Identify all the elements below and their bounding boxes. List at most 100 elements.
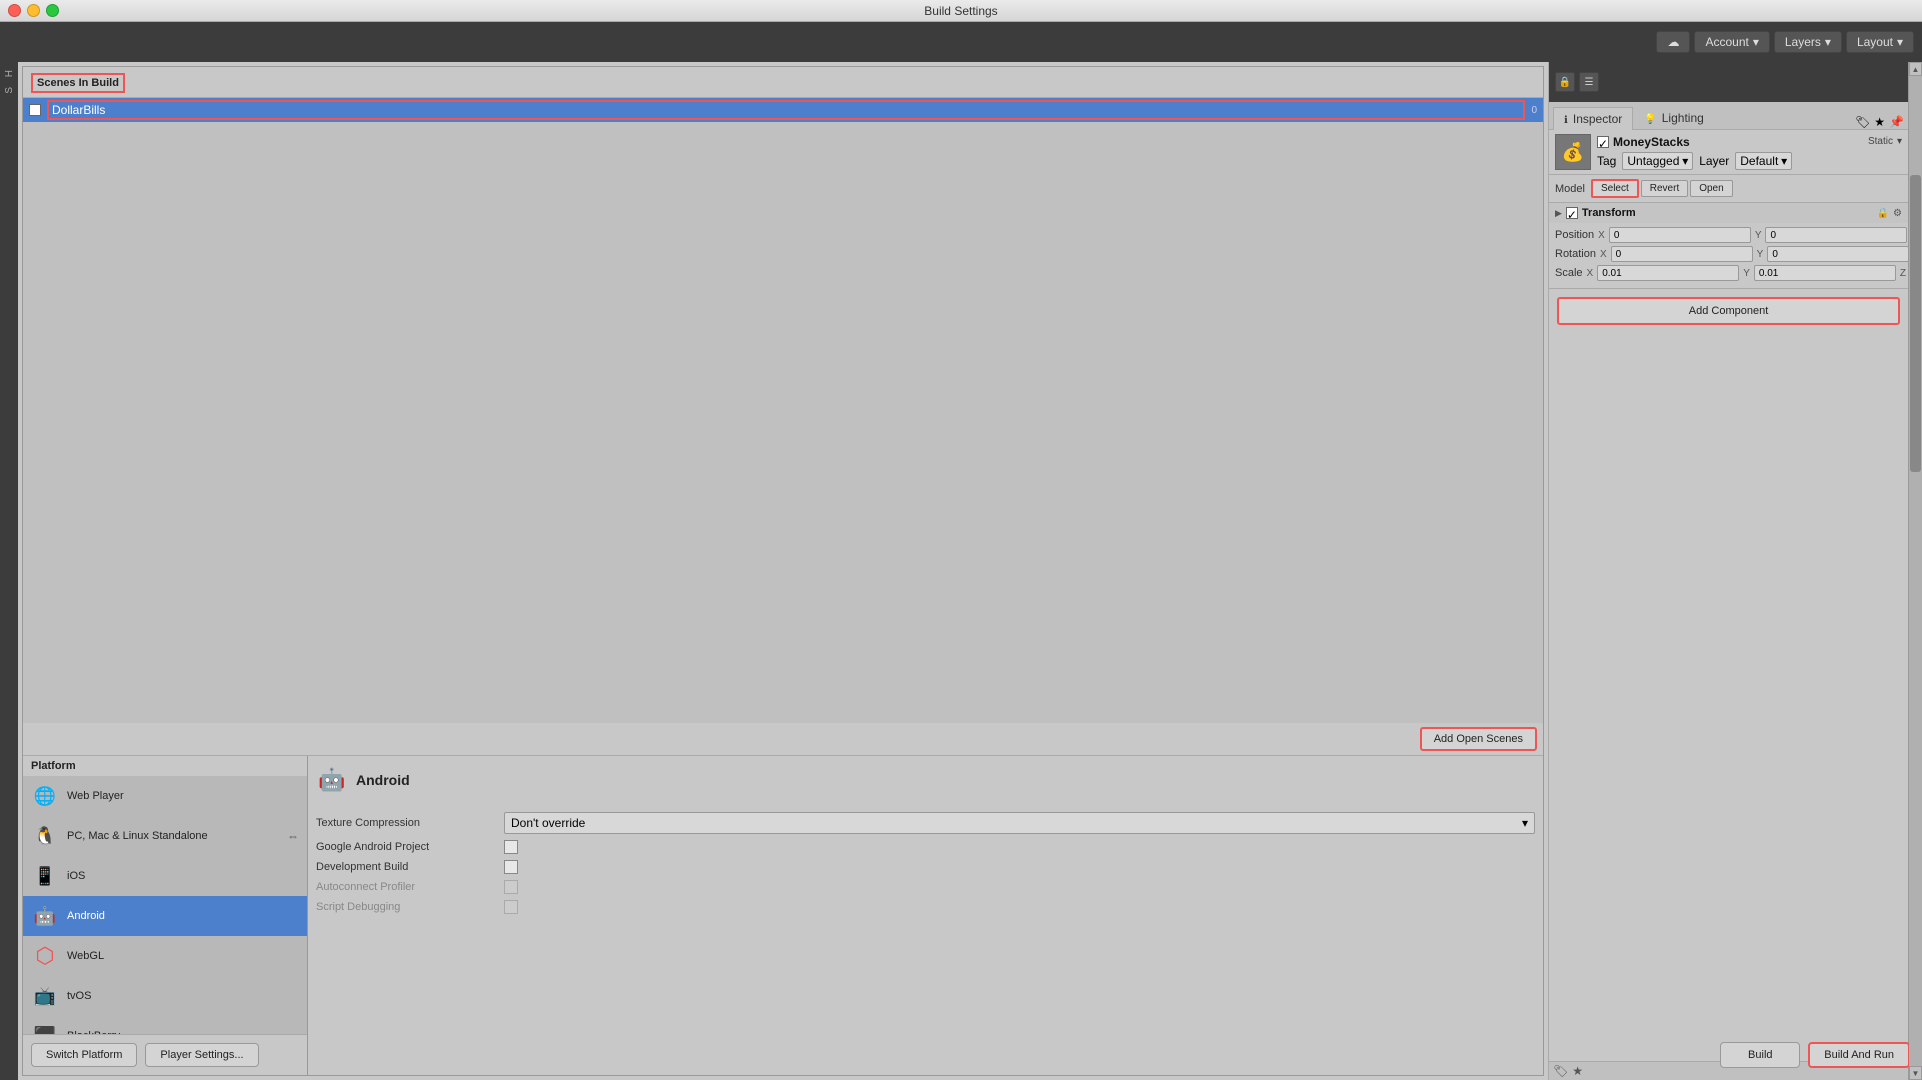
object-active-checkbox[interactable]: ✓ (1597, 136, 1609, 148)
position-y-axis: Y (1755, 230, 1762, 241)
position-label: Position (1555, 229, 1594, 241)
lighting-tab-label: Lighting (1662, 111, 1704, 125)
platform-item-pc-mac[interactable]: 🐧 PC, Mac & Linux Standalone ⇔ (23, 816, 307, 856)
add-open-scenes-button[interactable]: Add Open Scenes (1420, 727, 1537, 751)
texture-compression-value: Don't override (511, 816, 585, 830)
revert-button[interactable]: Revert (1641, 180, 1688, 197)
google-android-checkbox[interactable] (504, 840, 518, 854)
close-button[interactable] (8, 4, 21, 17)
layer-value: Default (1740, 154, 1778, 168)
web-player-label: Web Player (67, 790, 124, 802)
layout-dropdown[interactable]: Layout ▾ (1846, 31, 1914, 53)
scroll-thumb[interactable] (1910, 175, 1921, 472)
scroll-track[interactable] (1909, 76, 1922, 1066)
rotation-y-input[interactable] (1767, 246, 1908, 262)
transform-header[interactable]: ▶ ✓ Transform 🔒 ⚙ (1549, 203, 1908, 223)
static-label: Static (1868, 136, 1893, 147)
build-buttons-area: Switch Platform Player Settings... (23, 1034, 307, 1075)
scale-y-axis: Y (1743, 268, 1750, 279)
minimize-button[interactable] (27, 4, 40, 17)
inspector-lock-pin-icon[interactable]: 📌 (1889, 115, 1904, 129)
texture-compression-label: Texture Compression (316, 817, 496, 829)
tab-lighting[interactable]: 💡 Lighting (1633, 106, 1715, 129)
platform-item-android[interactable]: 🤖 Android (23, 896, 307, 936)
texture-compression-dropdown[interactable]: Don't override ▾ (504, 812, 1535, 834)
build-left-buttons: Switch Platform Player Settings... (31, 1043, 259, 1067)
tag-value: Untagged (1627, 154, 1679, 168)
position-y-input[interactable] (1765, 227, 1907, 243)
position-x-input[interactable] (1609, 227, 1751, 243)
transform-settings-icon[interactable]: ⚙ (1893, 208, 1902, 219)
rotation-x-input[interactable] (1611, 246, 1753, 262)
layer-arrow-icon: ▾ (1781, 154, 1787, 168)
android-label: Android (67, 910, 105, 922)
scene-tab[interactable]: S (2, 83, 17, 98)
inspector-icon: ℹ (1564, 115, 1568, 126)
switch-platform-button[interactable]: Switch Platform (31, 1043, 137, 1067)
ios-icon: 📱 (31, 862, 59, 890)
platform-item-tvos[interactable]: 📺 tvOS (23, 976, 307, 1016)
scene-checkbox[interactable]: ✓ (29, 104, 41, 116)
layers-label: Layers (1785, 35, 1821, 49)
cloud-button[interactable]: ☁ (1656, 31, 1690, 53)
traffic-lights[interactable] (8, 4, 59, 17)
tag-bottom-icon[interactable]: 🏷 (1553, 1064, 1568, 1078)
layer-dropdown[interactable]: Default ▾ (1735, 152, 1792, 170)
model-label: Model (1555, 183, 1585, 195)
scroll-up-arrow[interactable]: ▲ (1909, 62, 1922, 76)
add-component-button[interactable]: Add Component (1557, 297, 1900, 325)
inspector-content: 💰 ✓ MoneyStacks Static ▾ Tag Untagged ▾ (1549, 130, 1908, 1061)
platform-list-scroll[interactable]: 🌐 Web Player 🐧 PC, Mac & Linux Standalon… (23, 776, 307, 1034)
inspector-tag-icon[interactable]: 🏷 (1855, 115, 1870, 129)
transform-fields: Position X Y Z Rotation X Y (1549, 223, 1908, 288)
right-scrollbar[interactable]: ▲ ▼ (1908, 62, 1922, 1080)
scale-y-input[interactable] (1754, 265, 1896, 281)
platform-section: Platform 🌐 Web Player 🐧 PC, Mac & Linux … (23, 755, 1543, 1075)
platform-item-ios[interactable]: 📱 iOS (23, 856, 307, 896)
lighting-icon: 💡 (1644, 114, 1656, 125)
scene-name: DollarBills (47, 100, 1525, 120)
scroll-down-arrow[interactable]: ▼ (1909, 1066, 1922, 1080)
platform-item-blackberry[interactable]: ⬛ BlackBerry (23, 1016, 307, 1034)
position-row: Position X Y Z (1555, 227, 1902, 243)
layout-arrow-icon: ▾ (1897, 35, 1903, 49)
transform-lock-icon: 🔒 (1877, 208, 1889, 219)
platform-item-web-player[interactable]: 🌐 Web Player (23, 776, 307, 816)
development-build-checkbox[interactable] (504, 860, 518, 874)
object-info: ✓ MoneyStacks Static ▾ Tag Untagged ▾ La… (1597, 135, 1902, 170)
script-debugging-checkbox[interactable] (504, 900, 518, 914)
static-dropdown[interactable]: ▾ (1897, 136, 1902, 147)
transform-checkbox[interactable]: ✓ (1566, 207, 1578, 219)
select-button[interactable]: Select (1591, 179, 1639, 198)
account-dropdown[interactable]: Account ▾ (1694, 31, 1769, 53)
web-player-icon: 🌐 (31, 782, 59, 810)
inspector-panel: 🔒 ☰ ℹ Inspector 💡 Lighting 🏷 ★ 📌 💰 (1548, 62, 1908, 1080)
script-debugging-row: Script Debugging (316, 900, 1535, 914)
development-build-label: Development Build (316, 861, 496, 873)
google-android-label: Google Android Project (316, 841, 496, 853)
platform-item-webgl[interactable]: ⬡ WebGL (23, 936, 307, 976)
scene-item[interactable]: ✓ DollarBills 0 (23, 98, 1543, 122)
webgl-label: WebGL (67, 950, 104, 962)
player-settings-button[interactable]: Player Settings... (145, 1043, 258, 1067)
scale-x-input[interactable] (1597, 265, 1739, 281)
transform-title: Transform (1582, 207, 1873, 219)
scenes-in-build-header: Scenes In Build (23, 67, 1543, 98)
left-sidebar-strip: H S (0, 62, 18, 1080)
open-button[interactable]: Open (1690, 180, 1732, 197)
tab-inspector[interactable]: ℹ Inspector (1553, 107, 1633, 130)
inspector-star-icon[interactable]: ★ (1874, 115, 1885, 129)
maximize-button[interactable] (46, 4, 59, 17)
platform-list: Platform 🌐 Web Player 🐧 PC, Mac & Linux … (23, 756, 308, 1075)
star-bottom-icon[interactable]: ★ (1572, 1064, 1583, 1078)
hierarchy-tab[interactable]: H (2, 66, 17, 81)
inspector-menu-icon[interactable]: ☰ (1579, 72, 1599, 92)
inspector-lock-icon[interactable]: 🔒 (1555, 72, 1575, 92)
development-build-row: Development Build (316, 860, 1535, 874)
platform-settings-header: 🤖 Android (316, 764, 1535, 796)
object-name: MoneyStacks (1613, 135, 1690, 149)
layers-dropdown[interactable]: Layers ▾ (1774, 31, 1842, 53)
autoconnect-checkbox[interactable] (504, 880, 518, 894)
tag-dropdown[interactable]: Untagged ▾ (1622, 152, 1693, 170)
rotation-x-axis: X (1600, 249, 1607, 260)
